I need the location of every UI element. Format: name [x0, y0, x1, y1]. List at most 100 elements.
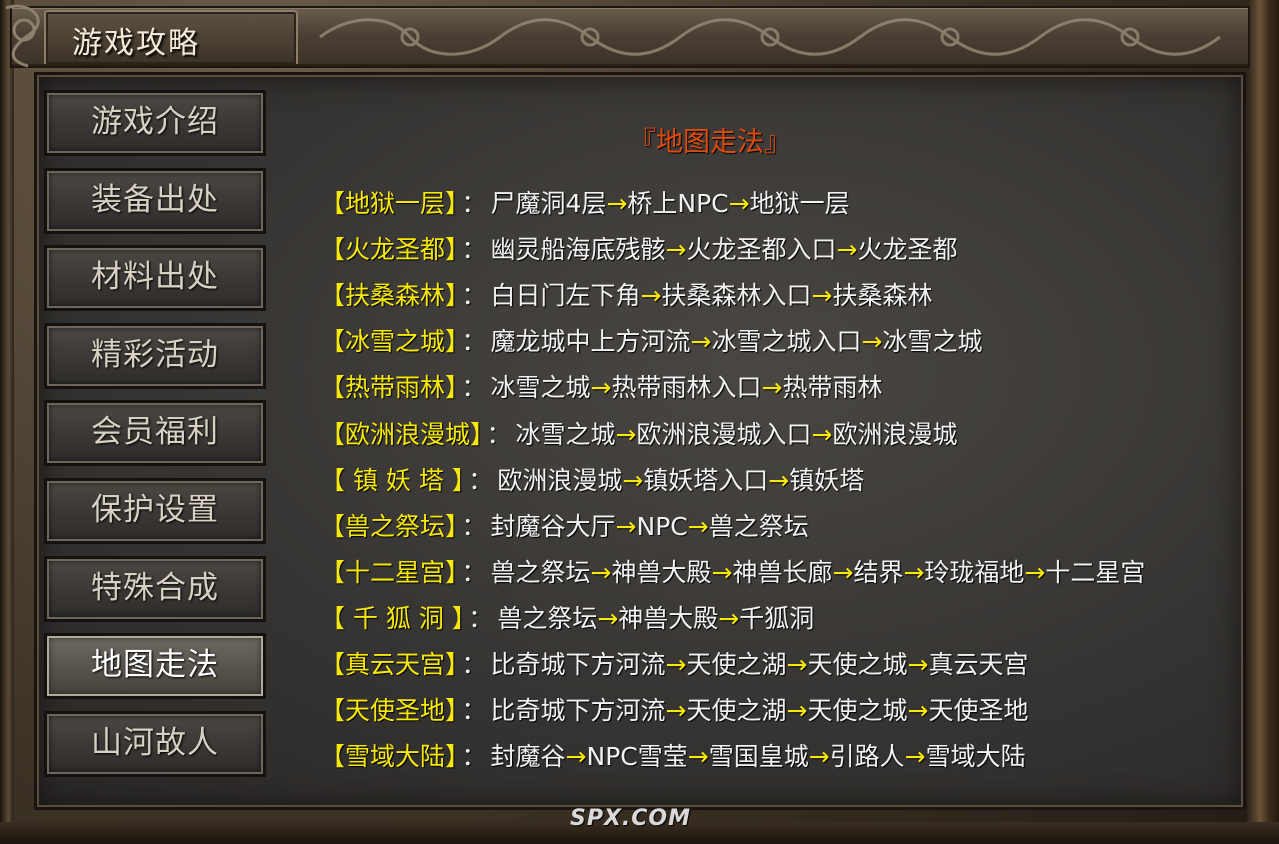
corner-knot-icon — [5, 4, 40, 68]
arrow-icon: → — [590, 373, 612, 402]
sidebar-item-2[interactable]: 材料出处 — [44, 245, 266, 311]
arrow-icon: → — [615, 420, 637, 449]
route-name: 【 千 狐 洞 】 — [320, 604, 465, 633]
route-step: 天使之城 — [807, 696, 908, 725]
arrow-icon: → — [606, 189, 628, 218]
route-step: 封魔谷大厅 — [490, 512, 616, 541]
route-step: 兽之祭坛 — [490, 558, 591, 587]
route-row: 【兽之祭坛】：封魔谷大厅→NPC→兽之祭坛 — [320, 507, 809, 543]
route-step: 天使之湖 — [686, 696, 787, 725]
arrow-icon: → — [687, 742, 709, 771]
route-row: 【扶桑森林】：白日门左下角→扶桑森林入口→扶桑森林 — [320, 276, 932, 312]
sidebar-item-5[interactable]: 保护设置 — [44, 478, 266, 544]
route-step: NPC雪莹 — [586, 742, 688, 771]
arrow-icon: → — [615, 512, 637, 541]
route-step: 天使之湖 — [686, 650, 787, 679]
arrow-icon: → — [718, 604, 740, 633]
arrow-icon: → — [786, 696, 808, 725]
arrow-icon: → — [904, 742, 926, 771]
arrow-icon: → — [903, 558, 925, 587]
arrow-icon: → — [687, 512, 709, 541]
route-step: 神兽大殿 — [611, 558, 712, 587]
route-step: 比奇城下方河流 — [490, 696, 666, 725]
route-step: 火龙圣都 — [857, 235, 958, 264]
route-step: 比奇城下方河流 — [490, 650, 666, 679]
arrow-icon: → — [861, 327, 883, 356]
route-name: 【 镇 妖 塔 】 — [320, 466, 465, 495]
route-step: 兽之祭坛 — [497, 604, 598, 633]
route-step: 尸魔洞4层 — [490, 189, 607, 218]
route-step: 桥上NPC — [627, 189, 729, 218]
route-step: 幽灵船海底残骸 — [490, 235, 666, 264]
section-title: 『地图走法』 — [629, 127, 791, 158]
route-row: 【 镇 妖 塔 】：欧洲浪漫城→镇妖塔入口→镇妖塔 — [320, 461, 864, 497]
route-step: 魔龙城中上方河流 — [490, 327, 691, 356]
route-step: 神兽长廊 — [732, 558, 833, 587]
route-row: 【十二星宫】：兽之祭坛→神兽大殿→神兽长廊→结界→玲珑福地→十二星宫 — [320, 553, 1145, 589]
route-step: 天使圣地 — [928, 696, 1029, 725]
arrow-icon: → — [808, 742, 830, 771]
route-step: 兽之祭坛 — [708, 512, 809, 541]
route-row: 【冰雪之城】：魔龙城中上方河流→冰雪之城入口→冰雪之城 — [320, 322, 982, 358]
route-step: 地狱一层 — [749, 189, 850, 218]
route-step: 千狐洞 — [739, 604, 815, 633]
route-name: 【十二星宫】 — [320, 558, 458, 587]
arrow-icon: → — [640, 281, 662, 310]
arrow-icon: → — [565, 742, 587, 771]
arrow-icon: → — [728, 189, 750, 218]
route-separator: ： — [461, 650, 487, 679]
arrow-icon: → — [711, 558, 733, 587]
route-step: 欧洲浪漫城 — [832, 420, 958, 449]
route-step: 扶桑森林 — [832, 281, 933, 310]
sidebar-item-8[interactable]: 山河故人 — [44, 711, 266, 777]
route-step: 欧洲浪漫城入口 — [636, 420, 812, 449]
arrow-icon: → — [622, 466, 644, 495]
route-separator: ： — [486, 420, 512, 449]
arrow-icon: → — [590, 558, 612, 587]
route-step: 真云天宫 — [928, 650, 1029, 679]
route-separator: ： — [461, 281, 487, 310]
route-step: 火龙圣都入口 — [686, 235, 837, 264]
sidebar-item-3[interactable]: 精彩活动 — [44, 323, 266, 389]
route-step: 镇妖塔入口 — [643, 466, 769, 495]
route-name: 【火龙圣都】 — [320, 235, 458, 264]
arrow-icon: → — [665, 696, 687, 725]
route-step: 欧洲浪漫城 — [497, 466, 623, 495]
sidebar-item-4[interactable]: 会员福利 — [44, 400, 266, 466]
route-separator: ： — [461, 373, 487, 402]
arrow-icon: → — [836, 235, 858, 264]
sidebar-item-7[interactable]: 地图走法 — [44, 633, 266, 699]
arrow-icon: → — [786, 650, 808, 679]
arrow-icon: → — [690, 327, 712, 356]
arrow-icon: → — [665, 235, 687, 264]
route-name: 【天使圣地】 — [320, 696, 458, 725]
arrow-icon: → — [907, 650, 929, 679]
route-step: 天使之城 — [807, 650, 908, 679]
route-step: 白日门左下角 — [490, 281, 641, 310]
route-name: 【雪域大陆】 — [320, 742, 458, 771]
route-step: 十二星宫 — [1045, 558, 1146, 587]
route-name: 【真云天宫】 — [320, 650, 458, 679]
route-separator: ： — [468, 466, 494, 495]
route-row: 【 千 狐 洞 】：兽之祭坛→神兽大殿→千狐洞 — [320, 599, 814, 635]
route-separator: ： — [461, 512, 487, 541]
watermark-logo: SPX.COM — [570, 806, 692, 831]
route-step: 冰雪之城 — [515, 420, 616, 449]
route-step: 热带雨林入口 — [611, 373, 762, 402]
route-separator: ： — [461, 235, 487, 264]
arrow-icon: → — [907, 696, 929, 725]
sidebar-item-6[interactable]: 特殊合成 — [44, 556, 266, 622]
route-step: 冰雪之城入口 — [711, 327, 862, 356]
arrow-icon: → — [1024, 558, 1046, 587]
route-step: 雪域大陆 — [925, 742, 1026, 771]
route-name: 【热带雨林】 — [320, 373, 458, 402]
arrow-icon: → — [665, 650, 687, 679]
frame-right-edge — [1247, 0, 1279, 844]
sidebar-item-1[interactable]: 装备出处 — [44, 168, 266, 234]
route-step: 封魔谷 — [490, 742, 566, 771]
route-step: 扶桑森林入口 — [661, 281, 812, 310]
route-name: 【兽之祭坛】 — [320, 512, 458, 541]
arrow-icon: → — [768, 466, 790, 495]
route-row: 【火龙圣都】：幽灵船海底残骸→火龙圣都入口→火龙圣都 — [320, 230, 957, 266]
sidebar-item-0[interactable]: 游戏介绍 — [44, 90, 266, 156]
